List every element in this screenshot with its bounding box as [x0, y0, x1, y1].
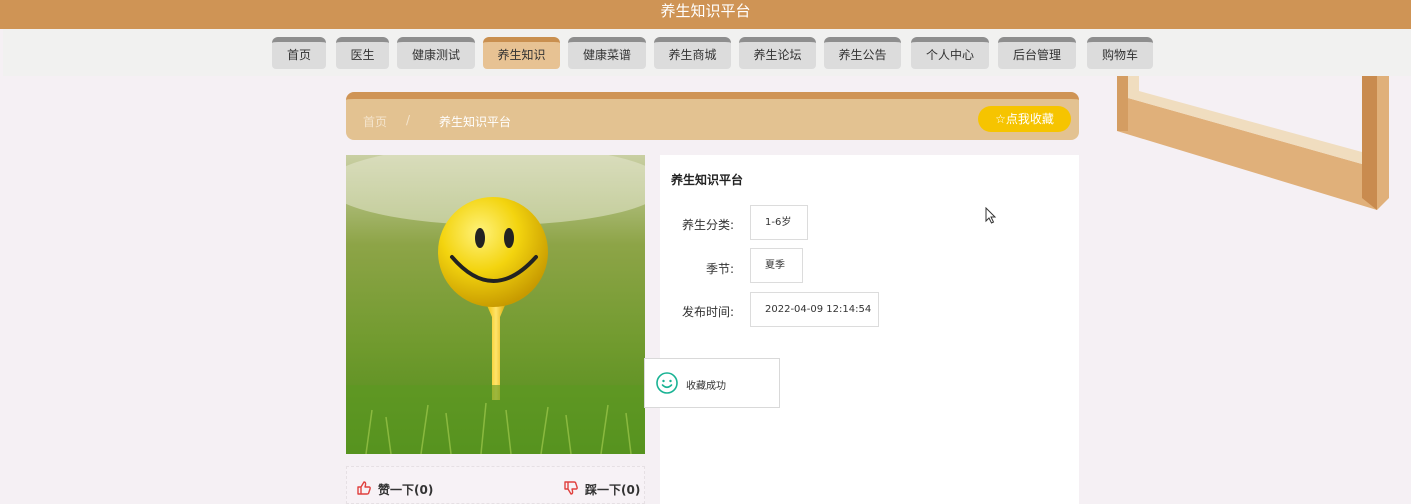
- nav-item-health-recipes[interactable]: 健康菜谱: [568, 37, 646, 69]
- success-toast: 收藏成功: [644, 358, 780, 408]
- breadcrumb-current: 养生知识平台: [439, 115, 512, 129]
- nav-item-admin[interactable]: 后台管理: [998, 37, 1076, 69]
- publish-time-value: 2022-04-09 12:14:54: [750, 292, 879, 327]
- toast-message: 收藏成功: [686, 381, 726, 392]
- nav-item-health-notice[interactable]: 养生公告: [824, 37, 901, 69]
- season-label: 季节:: [705, 262, 734, 276]
- article-image: [346, 155, 645, 454]
- nav-item-cart[interactable]: 购物车: [1087, 37, 1153, 69]
- nav-item-health-mall[interactable]: 养生商城: [654, 37, 731, 69]
- site-title: 养生知识平台: [660, 2, 751, 20]
- nav-item-home[interactable]: 首页: [272, 37, 326, 69]
- breadcrumb-home-link[interactable]: 首页: [363, 113, 387, 130]
- nav-item-doctor[interactable]: 医生: [336, 37, 389, 69]
- nav-item-health-knowledge[interactable]: 养生知识: [483, 37, 560, 69]
- smile-icon: [656, 372, 678, 394]
- publish-time-label: 发布时间:: [681, 305, 734, 319]
- thumbs-down-icon: [564, 481, 578, 495]
- favorite-button[interactable]: ☆点我收藏: [978, 106, 1071, 132]
- main-nav: 首页 医生 健康测试 养生知识 健康菜谱 养生商城 养生论坛 养生公告 个人中心…: [3, 29, 1411, 76]
- mouse-cursor-icon: [985, 207, 997, 224]
- thumbs-up-icon: [357, 481, 371, 495]
- category-value: 1-6岁: [750, 205, 808, 240]
- breadcrumb-separator: /: [406, 113, 411, 127]
- dislike-label: 踩一下(0): [585, 483, 641, 497]
- nav-item-user-center[interactable]: 个人中心: [911, 37, 989, 69]
- decorative-frame: [1117, 76, 1389, 210]
- like-label: 赞一下(0): [378, 483, 434, 497]
- season-value: 夏季: [750, 248, 803, 283]
- breadcrumb: 首页 / 养生知识平台 ☆点我收藏: [346, 92, 1079, 140]
- category-label: 养生分类:: [681, 218, 734, 232]
- vote-bar: 赞一下(0) 踩一下(0): [346, 466, 645, 504]
- article-title: 养生知识平台: [671, 173, 744, 187]
- nav-item-health-forum[interactable]: 养生论坛: [739, 37, 816, 69]
- nav-item-health-test[interactable]: 健康测试: [397, 37, 475, 69]
- site-header: 养生知识平台: [0, 0, 1411, 29]
- article-info-panel: 养生知识平台 养生分类: 1-6岁 季节: 夏季 发布时间: 2022-04-0…: [660, 155, 1079, 504]
